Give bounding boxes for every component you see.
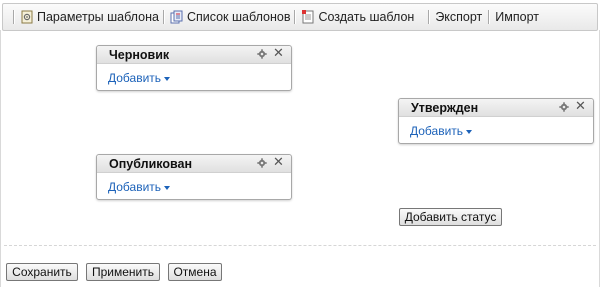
import-label: Импорт: [495, 10, 539, 24]
create-template-button[interactable]: Создать шаблон: [301, 10, 414, 24]
gear-icon[interactable]: [257, 158, 267, 168]
create-template-icon: [302, 10, 314, 24]
chevron-down-icon: [466, 129, 473, 134]
status-card-header[interactable]: Черновик ✕: [97, 46, 291, 64]
add-transition-label: Добавить: [410, 124, 464, 138]
status-canvas: Черновик ✕ Добавить Утвержден ✕ Добавить…: [0, 30, 600, 287]
save-button[interactable]: Сохранить: [6, 263, 78, 281]
status-card-published[interactable]: Опубликован ✕ Добавить: [96, 154, 292, 200]
import-button[interactable]: Импорт: [495, 10, 539, 24]
add-status-button[interactable]: Добавить статус: [399, 208, 502, 226]
close-icon[interactable]: ✕: [575, 100, 586, 114]
chevron-down-icon: [164, 185, 171, 190]
create-template-label: Создать шаблон: [318, 10, 415, 24]
template-list-icon: [170, 10, 183, 24]
footer-divider: [4, 245, 596, 246]
template-settings-button[interactable]: Параметры шаблона: [20, 10, 159, 24]
export-label: Экспорт: [435, 10, 483, 24]
gear-icon[interactable]: [559, 102, 569, 112]
toolbar-separator: [162, 10, 164, 24]
status-card-approved[interactable]: Утвержден ✕ Добавить: [398, 98, 594, 144]
template-settings-label: Параметры шаблона: [37, 10, 159, 24]
status-card-title: Утвержден: [411, 101, 479, 115]
template-settings-icon: [21, 10, 33, 24]
close-icon[interactable]: ✕: [273, 156, 284, 170]
add-transition-label: Добавить: [108, 71, 162, 85]
toolbar: Параметры шаблона Список шаблонов Создат…: [2, 3, 598, 31]
add-transition-dropdown[interactable]: Добавить: [108, 71, 171, 85]
gear-icon[interactable]: [257, 49, 267, 59]
status-card-title: Опубликован: [109, 157, 193, 171]
close-icon[interactable]: ✕: [273, 47, 284, 61]
workflow-editor: Параметры шаблона Список шаблонов Создат…: [0, 0, 600, 287]
add-transition-dropdown[interactable]: Добавить: [410, 124, 473, 138]
add-transition-label: Добавить: [108, 180, 162, 194]
status-card-draft[interactable]: Черновик ✕ Добавить: [96, 45, 292, 91]
cancel-button[interactable]: Отмена: [168, 263, 222, 281]
chevron-down-icon: [164, 76, 171, 81]
add-transition-dropdown[interactable]: Добавить: [108, 180, 171, 194]
toolbar-separator: [428, 10, 430, 24]
status-card-header[interactable]: Опубликован ✕: [97, 155, 291, 173]
apply-button[interactable]: Применить: [86, 263, 160, 281]
export-button[interactable]: Экспорт: [435, 10, 482, 24]
template-list-label: Список шаблонов: [186, 10, 291, 24]
status-card-title: Черновик: [109, 48, 170, 62]
toolbar-separator: [294, 10, 296, 24]
status-card-header[interactable]: Утвержден ✕: [399, 99, 593, 117]
toolbar-separator: [488, 10, 490, 24]
toolbar-separator: [13, 10, 14, 24]
template-list-button[interactable]: Список шаблонов: [170, 10, 291, 24]
